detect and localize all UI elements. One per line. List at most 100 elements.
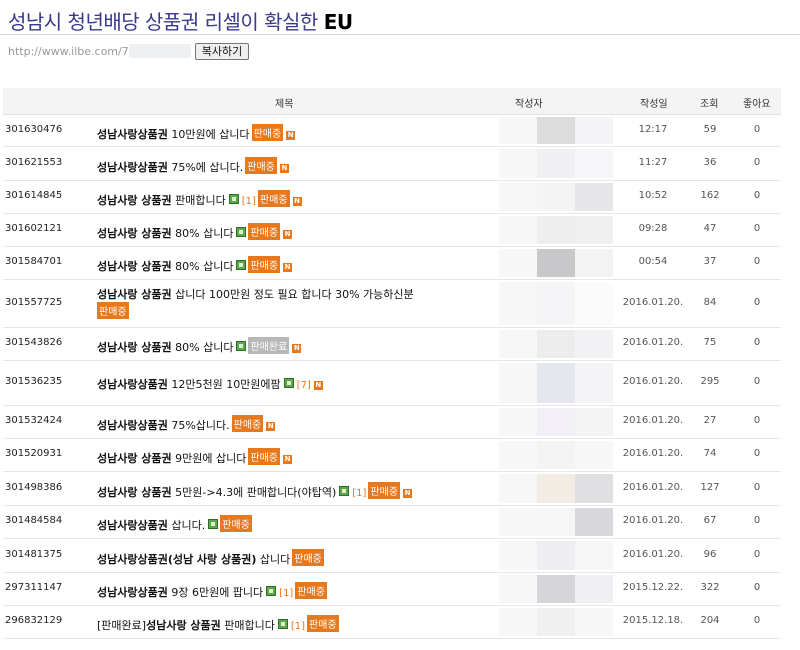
table-row[interactable]: 296832129 [판매완료]성남사랑 상품권 판매합니다 [1] 판매중 2015.… xyxy=(3,606,781,639)
comment-count[interactable]: [1] xyxy=(352,488,366,499)
subject-text: 75%삽니다. xyxy=(167,419,230,432)
author-redacted[interactable] xyxy=(537,117,575,144)
table-row[interactable]: 301630476 성남사랑상품권 10만원에 삽니다 판매중 N 12:17 59 0 xyxy=(3,115,781,147)
subject-bold: 성남사랑 상품권 xyxy=(97,486,172,499)
comment-count[interactable]: [1] xyxy=(279,588,293,599)
like-count: 0 xyxy=(753,582,761,593)
post-subject-link[interactable]: 성남사랑 상품권 판매합니다 [1] 판매중 N xyxy=(97,190,302,208)
post-subject-link[interactable]: 성남사랑상품권 9장 6만원에 팝니다 [1] 판매중 xyxy=(97,582,327,600)
status-badge: 판매중 xyxy=(251,124,284,141)
view-count: 36 xyxy=(703,157,717,168)
post-number: 301532424 xyxy=(5,415,63,426)
table-row[interactable]: 301602121 성남사랑 상품권 80% 삽니다 판매중 N 09:28 47 0 xyxy=(3,214,781,247)
view-count: 96 xyxy=(703,549,717,560)
post-subject-link[interactable]: 성남사랑 상품권 5만원->4.3에 판매합니다(야탑역) [1] 판매중 N xyxy=(97,482,413,500)
post-number: 301557725 xyxy=(5,297,63,308)
post-subject-link[interactable]: 성남사랑 상품권 80% 삽니다 판매완료 N xyxy=(97,337,302,355)
author-redacted[interactable] xyxy=(537,282,575,325)
post-subject-link[interactable]: 성남사랑상품권 10만원에 삽니다 판매중 N xyxy=(97,124,296,142)
author-redacted[interactable] xyxy=(537,508,575,536)
subject-text: 9만원에 삽니다 xyxy=(171,452,247,465)
view-count: 27 xyxy=(703,415,717,426)
author-redacted xyxy=(499,330,537,358)
table-row[interactable]: 301584701 성남사랑 상품권 80% 삽니다 판매중 N 00:54 37 0 xyxy=(3,247,781,280)
post-subject-link[interactable]: 성남사랑상품권 75%삽니다. 판매중 N xyxy=(97,415,276,433)
table-row[interactable]: 301520931 성남사랑 상품권 9만원에 삽니다 판매중 N 2016.01.20… xyxy=(3,439,781,472)
new-post-icon: N xyxy=(292,197,302,206)
post-subject-link[interactable]: 성남사랑 상품권 9만원에 삽니다 판매중 N xyxy=(97,448,292,466)
subject-text: 5만원->4.3에 판매합니다(야탑역) xyxy=(171,486,337,499)
author-redacted[interactable] xyxy=(537,149,575,178)
author-redacted xyxy=(499,117,537,144)
table-header: 제목 작성자 작성일 조회 좋아요 xyxy=(3,88,781,115)
post-number: 301481375 xyxy=(5,549,63,560)
like-count: 0 xyxy=(753,482,761,493)
post-subject-link[interactable]: 성남사랑 상품권 80% 삽니다 판매중 N xyxy=(97,223,293,241)
author-redacted xyxy=(499,541,537,570)
view-count: 67 xyxy=(703,515,717,526)
like-count: 0 xyxy=(753,415,761,426)
table-row[interactable]: 301536235 성남사랑상품권 12만5천원 10만원에팜 [7] N 2016.0… xyxy=(3,361,781,406)
post-subject-link[interactable]: 성남사랑상품권 삽니다. 판매중 xyxy=(97,515,252,533)
post-subject-link[interactable]: 성남사랑 상품권 80% 삽니다 판매중 N xyxy=(97,256,293,274)
image-attached-icon xyxy=(236,227,247,237)
post-subject-link[interactable]: 성남사랑상품권 12만5천원 10만원에팜 [7] N xyxy=(97,376,323,392)
subject-text: 삽니다. xyxy=(167,519,206,532)
table-row[interactable]: 301614845 성남사랑 상품권 판매합니다 [1] 판매중 N 10:52 162 0 xyxy=(3,181,781,214)
header-date: 작성일 xyxy=(640,99,668,110)
post-subject-link[interactable]: 성남사랑상품권(성남 사랑 상품권) 삽니다 판매중 xyxy=(97,549,324,567)
author-redacted[interactable] xyxy=(537,575,575,603)
author-redacted[interactable] xyxy=(537,249,575,277)
new-post-icon: N xyxy=(313,381,323,390)
table-row[interactable]: 301543826 성남사랑 상품권 80% 삽니다 판매완료 N 2016.01.20… xyxy=(3,328,781,361)
subject-text: 판매합니다 xyxy=(171,194,226,207)
author-redacted xyxy=(499,216,537,244)
new-post-icon: N xyxy=(283,230,293,239)
post-subject-link[interactable]: 성남사랑상품권 75%에 삽니다. 판매중 N xyxy=(97,157,289,175)
author-redacted[interactable] xyxy=(537,183,575,211)
status-badge: 판매중 xyxy=(257,190,290,207)
copy-url-button[interactable]: 복사하기 xyxy=(194,42,250,60)
author-redacted[interactable] xyxy=(537,330,575,358)
image-attached-icon xyxy=(283,378,294,388)
image-attached-icon xyxy=(236,341,247,351)
status-badge: 판매중 xyxy=(295,582,327,599)
comment-count[interactable]: [1] xyxy=(242,196,256,207)
table-row[interactable]: 297311147 성남사랑상품권 9장 6만원에 팝니다 [1] 판매중 2015.1… xyxy=(3,573,781,606)
url-redaction xyxy=(128,44,191,58)
post-table: 제목 작성자 작성일 조회 좋아요 301630476 성남사랑상품권 10만원에… xyxy=(3,88,781,639)
author-redacted[interactable] xyxy=(537,608,575,636)
subject-bold: 성남사랑상품권 xyxy=(97,161,168,174)
table-row[interactable]: 301532424 성남사랑상품권 75%삽니다. 판매중 N 2016.01.20. 2… xyxy=(3,406,781,439)
author-redacted[interactable] xyxy=(537,363,575,403)
comment-count[interactable]: [1] xyxy=(291,621,305,632)
author-redacted xyxy=(499,441,537,469)
author-redacted[interactable] xyxy=(537,441,575,469)
table-row[interactable]: 301621553 성남사랑상품권 75%에 삽니다. 판매중 N 11:27 36 0 xyxy=(3,147,781,181)
post-subject-link[interactable]: 성남사랑 상품권 삽니다 100만원 정도 필요 합니다 30% 가능하신분 판매… xyxy=(97,286,414,319)
page-url[interactable]: http://www.ilbe.com/7 xyxy=(8,45,129,58)
image-attached-icon xyxy=(339,486,350,496)
like-count: 0 xyxy=(753,190,761,201)
author-redacted[interactable] xyxy=(537,216,575,244)
table-row[interactable]: 301481375 성남사랑상품권(성남 사랑 상품권) 삽니다 판매중 2016.0… xyxy=(3,539,781,573)
subject-bold: 성남사랑상품권 xyxy=(97,128,168,141)
author-redacted[interactable] xyxy=(537,541,575,570)
author-redacted[interactable] xyxy=(537,408,575,436)
author-redacted xyxy=(499,149,537,178)
table-row[interactable]: 301557725 성남사랑 상품권 삽니다 100만원 정도 필요 합니다 30… xyxy=(3,280,781,328)
view-count: 295 xyxy=(700,376,720,387)
subject-bold: 성남사랑상품권 xyxy=(97,586,168,599)
subject-bold: 성남사랑 상품권 xyxy=(97,194,172,207)
post-number: 301584701 xyxy=(5,256,63,267)
author-redacted xyxy=(499,249,537,277)
new-post-icon: N xyxy=(283,455,292,464)
subject-bold: 성남사랑 상품권 xyxy=(146,619,221,632)
table-row[interactable]: 301498386 성남사랑 상품권 5만원->4.3에 판매합니다(야탑역) [1… xyxy=(3,472,781,506)
post-subject-link[interactable]: [판매완료]성남사랑 상품권 판매합니다 [1] 판매중 xyxy=(97,615,339,633)
like-count: 0 xyxy=(753,515,761,526)
comment-count[interactable]: [7] xyxy=(297,380,311,391)
view-count: 37 xyxy=(703,256,717,267)
author-redacted[interactable] xyxy=(537,474,575,503)
table-row[interactable]: 301484584 성남사랑상품권 삽니다. 판매중 2016.01.20. 67 0 xyxy=(3,506,781,539)
